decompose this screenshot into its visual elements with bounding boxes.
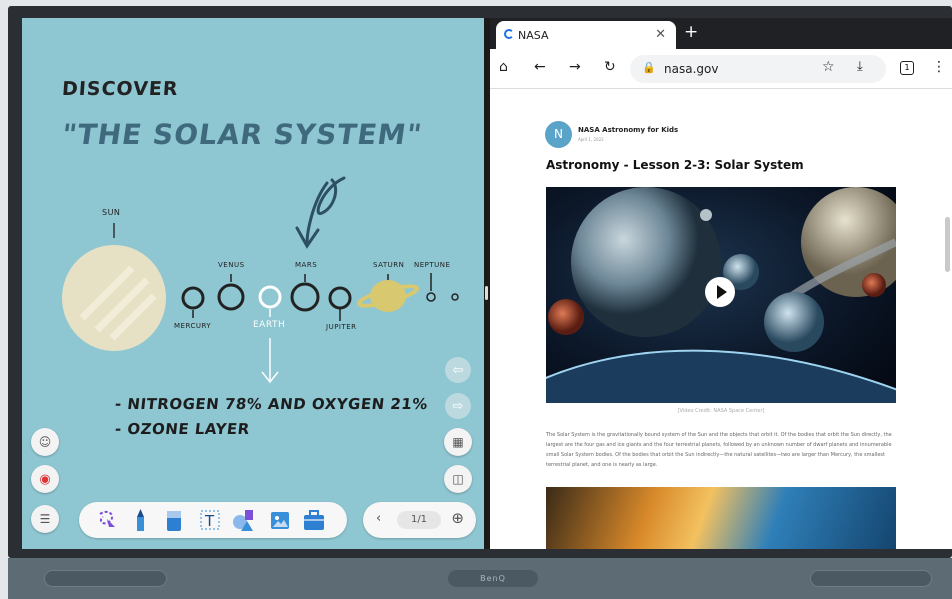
forward-arrow-icon[interactable]: → (569, 59, 581, 75)
url-text[interactable]: nasa.gov (664, 62, 718, 76)
label-sun: SUN (102, 208, 121, 217)
label-saturn: SATURN (373, 261, 405, 269)
close-tab-icon[interactable]: ✕ (655, 27, 666, 42)
pluto-shape (451, 293, 459, 301)
neptune-shape (426, 292, 436, 302)
loading-icon (504, 29, 514, 39)
home-icon[interactable]: ⌂ (499, 59, 508, 75)
label-venus: VENUS (218, 261, 245, 269)
stand-port-panel-right (810, 570, 932, 587)
label-jupiter: JUPITER (326, 323, 357, 331)
bullet-atmosphere: - NITROGEN 78% AND OXYGEN 21% (114, 395, 429, 413)
author-name[interactable]: NASA Astronomy for Kids (578, 126, 678, 134)
add-user-button[interactable]: ☺ (31, 428, 59, 456)
split-divider[interactable] (484, 18, 490, 549)
author-avatar: N (545, 121, 572, 148)
play-icon (716, 285, 727, 299)
record-button[interactable]: ◉ (31, 465, 59, 493)
address-toolbar: ⌂ ← → ↻ 🔒 nasa.gov ☆ ⤓ 1 ⋮ (490, 49, 952, 89)
label-earth: EARTH (253, 320, 286, 330)
display-stand: BenQ (8, 558, 952, 599)
tab-bar: NASA ✕ + (490, 18, 952, 49)
mercury-shape (181, 286, 205, 310)
earth-shape (258, 285, 282, 309)
shape-tool[interactable] (231, 507, 257, 533)
video-caption: [Video Credit: NASA Space Center] (677, 408, 765, 414)
redo-arrow-icon: ⇨ (452, 398, 464, 414)
nebula-image (546, 487, 896, 549)
toolbox-icon (304, 510, 324, 530)
tab-nasa[interactable]: NASA ✕ (496, 21, 676, 49)
bookmark-star-icon[interactable]: ☆ (822, 59, 835, 75)
lasso-tool[interactable] (93, 507, 119, 533)
solar-system-drawing (62, 176, 459, 384)
image-icon (271, 512, 289, 529)
article-date: April 1, 2022 (578, 137, 604, 142)
whiteboard-canvas[interactable]: DISCOVER "THE SOLAR SYSTEM" SUN VENUS MA… (22, 18, 484, 549)
shapes-icon (233, 510, 253, 531)
article-body: The Solar System is the gravitationally … (546, 432, 892, 468)
mars-shape (290, 282, 320, 312)
web-page: N NASA Astronomy for Kids April 1, 2022 … (490, 89, 952, 549)
pen-icon (137, 509, 144, 531)
brand-logo: BenQ (448, 570, 538, 587)
tab-switcher-button[interactable]: 1 (900, 61, 914, 75)
saturn-shape (370, 280, 406, 312)
redo-button[interactable]: ⇨ (445, 393, 471, 419)
page-indicator[interactable]: 1/1 (397, 511, 441, 529)
more-menu-icon[interactable]: ⋮ (932, 59, 946, 75)
layout-button[interactable]: ◫ (444, 465, 472, 493)
lock-icon: 🔒 (642, 61, 656, 74)
add-page-button[interactable]: ⊕ (451, 509, 464, 527)
image-tool[interactable] (267, 507, 293, 533)
label-mercury: MERCURY (174, 322, 212, 330)
record-icon: ◉ (39, 471, 51, 487)
reload-icon[interactable]: ↻ (604, 59, 616, 75)
page-navigator: ‹ 1/1 ⊕ (363, 502, 476, 538)
pen-tool[interactable] (127, 507, 153, 533)
back-arrow-icon[interactable]: ← (534, 59, 546, 75)
browser-window: NASA ✕ + ⌂ ← → ↻ 🔒 nasa.gov ☆ ⤓ 1 ⋮ N NA… (490, 18, 952, 549)
tab-title: NASA (518, 29, 549, 42)
bullet-ozone: - OZONE LAYER (114, 420, 251, 438)
eraser-tool[interactable] (161, 507, 187, 533)
drawing-toolbar: T (79, 502, 347, 538)
article-headline: Astronomy - Lesson 2-3: Solar System (546, 158, 804, 172)
lasso-icon (99, 510, 115, 527)
stand-port-panel-left (44, 570, 167, 587)
template-icon: ▦ (452, 435, 464, 449)
undo-arrow-icon: ⇦ (452, 362, 464, 378)
jupiter-shape (328, 286, 352, 310)
download-icon[interactable]: ⤓ (857, 59, 863, 74)
add-user-icon: ☺ (38, 435, 52, 449)
video-player[interactable] (546, 187, 896, 403)
toolbox-tool[interactable] (301, 507, 327, 533)
new-tab-icon[interactable]: + (684, 22, 698, 42)
label-mars: MARS (295, 261, 318, 269)
undo-button[interactable]: ⇦ (445, 357, 471, 383)
template-button[interactable]: ▦ (444, 428, 472, 456)
menu-button[interactable]: ☰ (31, 505, 59, 533)
divider-handle[interactable] (485, 286, 488, 300)
label-neptune: NEPTUNE (414, 261, 451, 269)
play-button[interactable] (705, 277, 735, 307)
svg-text:T: T (204, 512, 215, 530)
prev-page-button[interactable]: ‹ (376, 511, 381, 526)
url-bar[interactable]: 🔒 nasa.gov ☆ ⤓ (630, 55, 886, 83)
hamburger-icon: ☰ (39, 512, 51, 526)
venus-shape (217, 283, 245, 311)
text-tool[interactable]: T (197, 507, 223, 533)
scrollbar[interactable] (945, 217, 950, 272)
text-icon: T (200, 510, 220, 530)
layout-icon: ◫ (452, 472, 464, 486)
eraser-icon (167, 511, 181, 531)
